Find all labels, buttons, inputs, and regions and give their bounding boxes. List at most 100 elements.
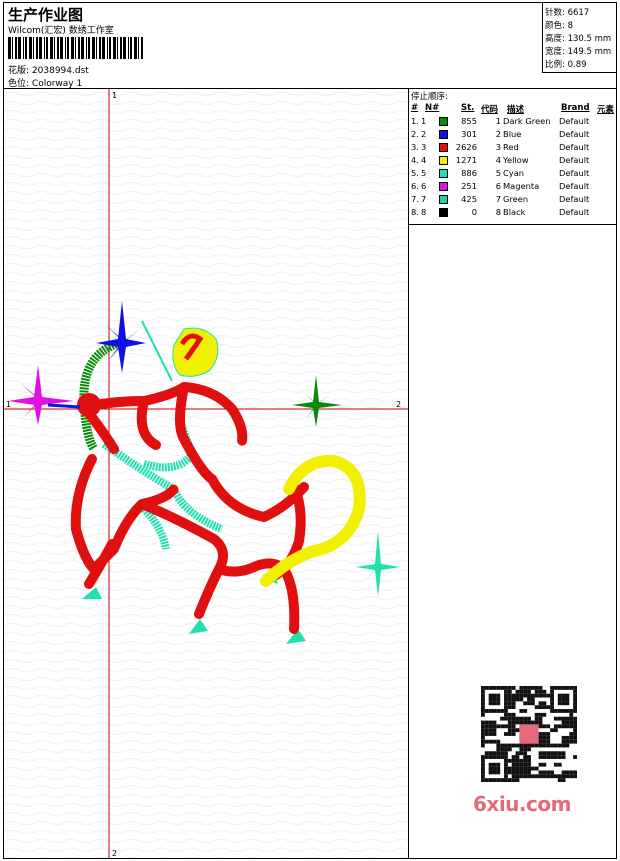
color-swatch [439,208,448,217]
sheet-header: 生产作业图 Wilcom(汇宏) 数绣工作室 花版: 2038994.dst 色… [4,3,616,89]
color-swatch [439,156,448,165]
row-stitches: 301 [461,129,477,139]
barcode-bar [18,37,21,59]
row-needle: 3 [421,142,427,152]
barcode-bar [46,37,48,59]
arrow-tip [47,403,81,409]
barcode-bar [86,37,87,59]
row-description: Cyan [503,168,525,178]
barcode-bar [75,37,76,59]
table-row: 1. 1 855 1 Dark Green Default [409,116,616,129]
barcode-bar [134,37,137,59]
color-swatch [439,182,448,191]
design-label: 花版: [8,66,30,76]
colorway-value: Colorway 1 [31,79,83,89]
stat-scale: 比例: 0.89 [545,60,587,70]
col-header-code: 代码 [481,105,499,115]
table-row: 2. 2 301 2 Blue Default [409,129,616,142]
stat-width: 宽度: 149.5 mm [545,47,612,57]
row-description: Dark Green [503,116,551,126]
row-num: 6. [411,181,419,191]
color-swatch [439,143,448,152]
colorway-label: 色位: [8,79,30,89]
watermark: 6xiu.com [471,682,589,822]
axis-x-end-label: 2 [396,400,401,409]
row-num: 5. [411,168,419,178]
axis-y-start-label: 1 [112,91,117,100]
row-description: Black [503,207,526,217]
row-description: Magenta [503,181,540,191]
barcode-bar [71,37,74,59]
barcode-bar [15,37,17,59]
embroidery-preview: 1 2 1 2 [4,89,408,858]
barcode-bar [102,37,105,59]
barcode-bar [25,37,27,59]
barcode-bar [123,37,126,59]
row-num: 7. [411,194,419,204]
row-code: 3 [495,142,501,152]
barcode-bar [39,37,42,59]
row-stitches: 425 [461,194,477,204]
qr-code-icon [481,686,577,782]
row-needle: 4 [421,155,427,165]
barcode-bar [120,37,122,59]
col-header-element: 元素 [597,105,615,115]
barcode-bar [8,37,11,59]
fist [77,393,101,417]
barcode-bar [130,37,132,59]
stats-panel: 针数: 6617 颜色: 8 高度: 130.5 mm 宽度: 149.5 mm… [542,3,616,73]
row-description: Blue [503,129,522,139]
row-stitches: 251 [461,181,477,191]
col-header-st: St. [461,103,475,113]
color-swatch [439,130,448,139]
row-code: 5 [495,168,501,178]
row-code: 2 [495,129,501,139]
barcode-bar [88,37,90,59]
row-code: 6 [495,181,501,191]
row-needle: 6 [421,181,427,191]
col-header-desc: 描述 [507,105,525,115]
barcode-bar [67,37,69,59]
barcode-bar [109,37,111,59]
stat-colors: 颜色: 8 [545,21,573,31]
row-code: 1 [495,116,501,126]
barcode-bar [65,37,66,59]
barcode-bar [54,37,55,59]
color-sequence-table: 停止顺序: # N# St. 代码 描述 Brand 元素 1. 1 855 1 Dar… [409,89,616,225]
row-stitches: 2626 [455,142,477,152]
row-stitches: 855 [461,116,477,126]
row-needle: 5 [421,168,427,178]
barcode-bar [92,37,95,59]
design-file-line: 花版: 2038994.dst [8,63,89,76]
col-header-num: # [411,103,419,113]
table-row: 6. 6 251 6 Magenta Default [409,181,616,194]
table-row: 8. 8 0 8 Black Default [409,207,616,220]
col-header-brand: Brand [561,103,590,113]
barcode-bar [36,37,38,59]
color-swatch [439,195,448,204]
barcode-bar [141,37,143,59]
row-num: 2. [411,129,419,139]
row-brand: Default [559,129,590,139]
table-row: 3. 3 2626 3 Red Default [409,142,616,155]
barcode-bar [138,37,139,59]
row-needle: 1 [421,116,427,126]
row-num: 1. [411,116,419,126]
table-row: 5. 5 886 5 Cyan Default [409,168,616,181]
row-num: 4. [411,155,419,165]
stat-stitches: 针数: 6617 [545,8,590,18]
row-brand: Default [559,155,590,165]
row-needle: 2 [421,129,427,139]
barcode-bar [107,37,108,59]
page-title: 生产作业图 [8,6,84,24]
barcode-bar [128,37,129,59]
row-code: 7 [495,194,501,204]
barcode-bar [50,37,53,59]
row-brand: Default [559,168,590,178]
barcode-bar [113,37,116,59]
row-stitches: 0 [471,207,477,217]
barcode-bar [81,37,84,59]
row-stitches: 886 [461,168,477,178]
software-name: Wilcom(汇宏) 数绣工作室 [8,26,114,36]
barcode-bar [44,37,45,59]
